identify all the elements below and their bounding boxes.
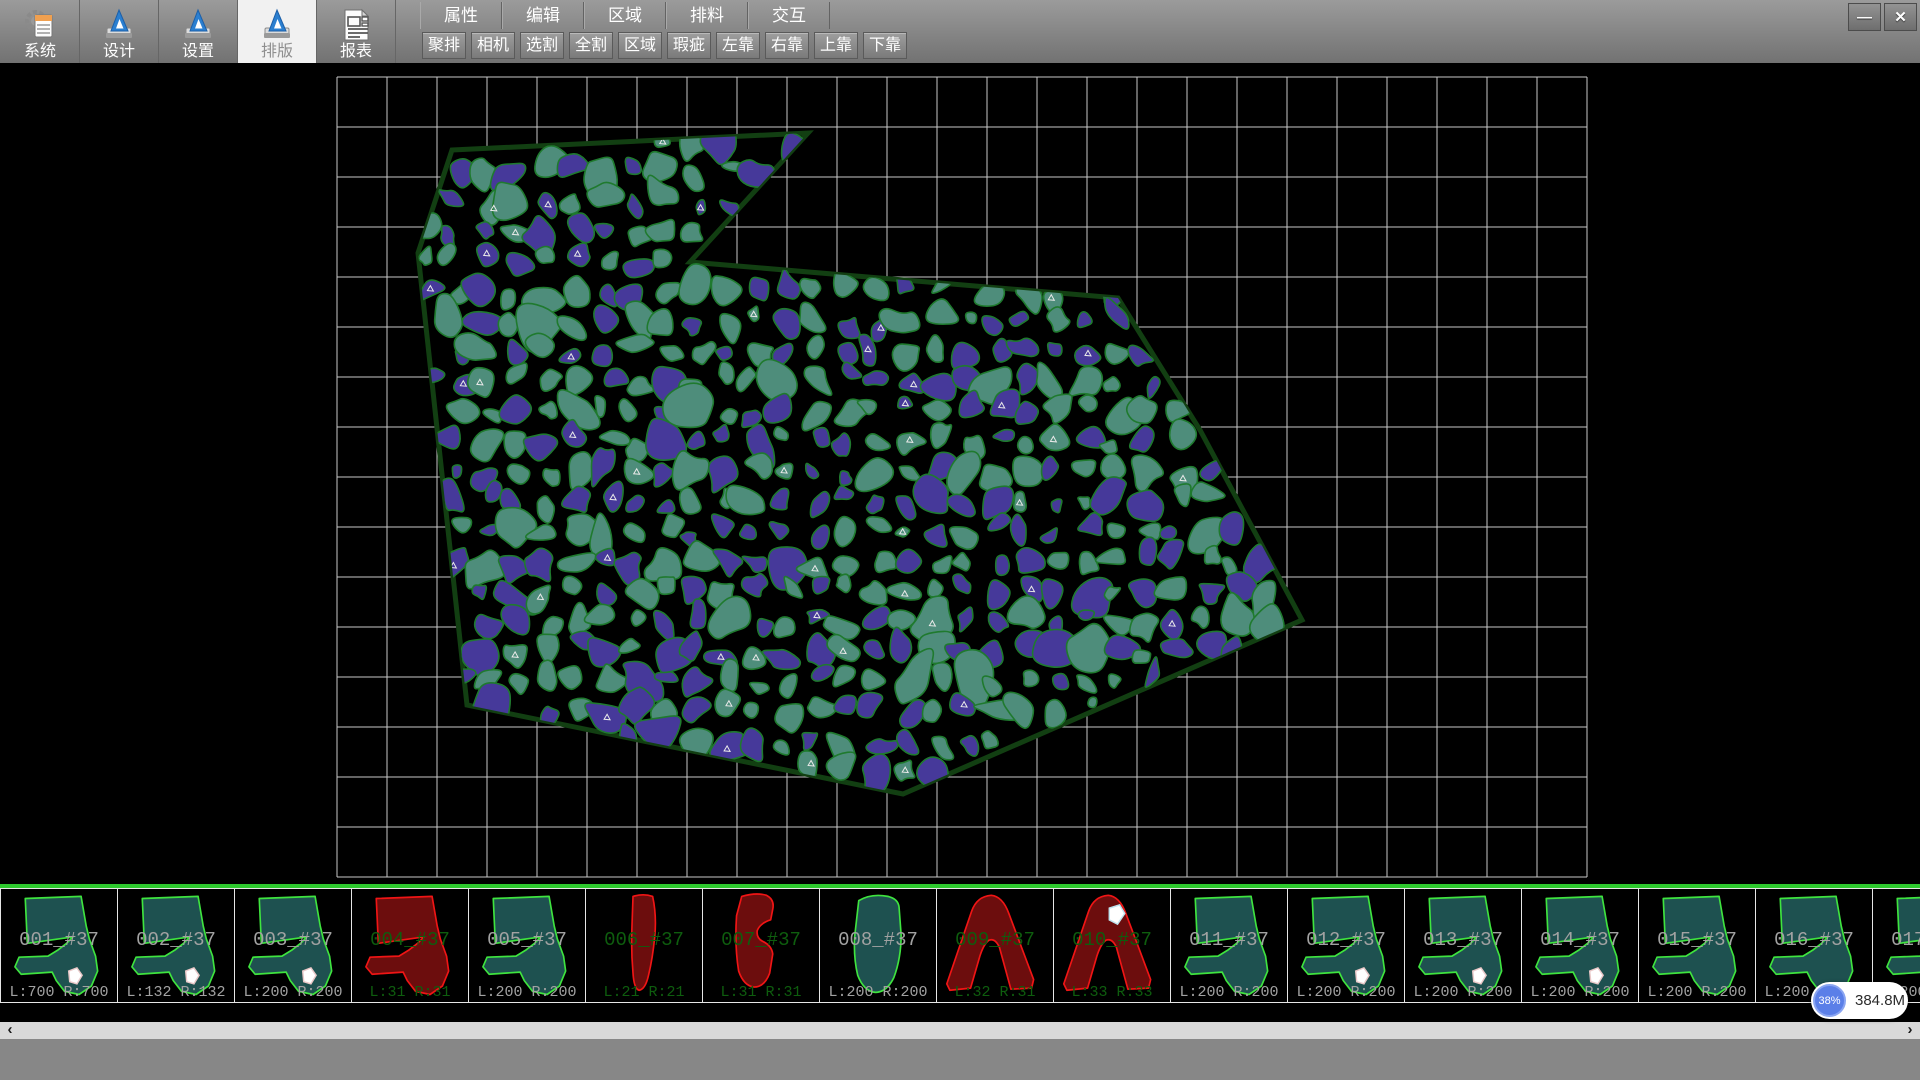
piece-thumbnail	[3, 890, 115, 1001]
status-bar	[0, 1039, 1920, 1080]
nesting-canvas[interactable]	[0, 63, 1920, 884]
thumbnail-002[interactable]: 002_#37L:132 R:132	[117, 888, 235, 1003]
set-square-icon	[102, 8, 136, 42]
menu-tab-properties[interactable]: 属性	[420, 2, 502, 29]
scroll-right-button[interactable]: ›	[1900, 1022, 1920, 1039]
tool-button-cut-all[interactable]: 全割	[569, 32, 613, 59]
toolbar-tile-label: 报表	[340, 43, 372, 61]
progress-size-label: 384.8M	[1855, 992, 1905, 1009]
progress-circle: 38%	[1813, 984, 1846, 1017]
gear-document-icon	[23, 8, 57, 42]
piece-thumbnail	[1173, 890, 1285, 1001]
piece-thumbnail	[120, 890, 232, 1001]
thumbnail-007[interactable]: 007_#37L:31 R:31	[702, 888, 820, 1003]
tool-button-region[interactable]: 区域	[618, 32, 662, 59]
scroll-left-button[interactable]: ‹	[0, 1022, 20, 1039]
menu-tab-nest[interactable]: 排料	[666, 2, 748, 29]
window-controls: — ✕	[1848, 3, 1917, 31]
thumbnail-strip: 001_#37L:700 R:700002_#37L:132 R:132003_…	[0, 884, 1920, 1022]
piece-thumbnail	[588, 890, 700, 1001]
toolbar-tile-design[interactable]: 设计	[80, 0, 159, 63]
set-square-icon	[181, 8, 215, 42]
toolbar-tile-label: 设计	[103, 43, 135, 61]
set-square-icon	[260, 8, 294, 42]
thumbnail-013[interactable]: 013_#37L:200 R:200	[1404, 888, 1522, 1003]
toolbar-tile-label: 系统	[24, 43, 56, 61]
tool-button-camera[interactable]: 相机	[471, 32, 515, 59]
tool-button-select-cut[interactable]: 选割	[520, 32, 564, 59]
title-bar: 系统设计设置排版报表 属性编辑区域排料交互 聚排相机选割全割区域瑕疵左靠右靠上靠…	[0, 0, 1920, 63]
tool-button-cluster-nest[interactable]: 聚排	[422, 32, 466, 59]
tool-button-align-right[interactable]: 右靠	[765, 32, 809, 59]
piece-thumbnail	[939, 890, 1051, 1001]
toolbar-tile-nesting[interactable]: 排版	[238, 0, 317, 63]
thumbnail-005[interactable]: 005_#37L:200 R:200	[468, 888, 586, 1003]
toolbar-tile-label: 排版	[261, 43, 293, 61]
thumbnail-row: 001_#37L:700 R:700002_#37L:132 R:132003_…	[1, 888, 1920, 1003]
thumbnail-012[interactable]: 012_#37L:200 R:200	[1287, 888, 1405, 1003]
piece-thumbnail	[471, 890, 583, 1001]
main-toolbar: 系统 设计 设置 排版 报表	[1, 0, 396, 63]
menu-tab-interact[interactable]: 交互	[748, 2, 830, 29]
thumbnail-015[interactable]: 015_#37L:200 R:200	[1638, 888, 1756, 1003]
thumbnail-008[interactable]: 008_#37L:200 R:200	[819, 888, 937, 1003]
application-window: 系统设计设置排版报表 属性编辑区域排料交互 聚排相机选割全割区域瑕疵左靠右靠上靠…	[0, 0, 1920, 1080]
menu-tab-region[interactable]: 区域	[584, 2, 666, 29]
thumbnail-003[interactable]: 003_#37L:200 R:200	[234, 888, 352, 1003]
piece-thumbnail	[1290, 890, 1402, 1001]
thumbnail-014[interactable]: 014_#37L:200 R:200	[1521, 888, 1639, 1003]
thumbnail-010[interactable]: 010_#37L:33 R:33	[1053, 888, 1171, 1003]
piece-thumbnail	[237, 890, 349, 1001]
tool-button-align-bottom[interactable]: 下靠	[863, 32, 907, 59]
toolbar-tile-label: 设置	[182, 43, 214, 61]
thumbnail-009[interactable]: 009_#37L:32 R:31	[936, 888, 1054, 1003]
menu-tab-bar: 属性编辑区域排料交互	[420, 2, 830, 29]
thumbnail-006[interactable]: 006_#37L:21 R:21	[585, 888, 703, 1003]
thumbnail-004[interactable]: 004_#37L:31 R:31	[351, 888, 469, 1003]
close-button[interactable]: ✕	[1884, 3, 1917, 31]
tool-button-defect[interactable]: 瑕疵	[667, 32, 711, 59]
tool-button-align-top[interactable]: 上靠	[814, 32, 858, 59]
menu-tab-edit[interactable]: 编辑	[502, 2, 584, 29]
piece-thumbnail	[1524, 890, 1636, 1001]
horizontal-scrollbar[interactable]: ‹ ›	[0, 1022, 1920, 1039]
download-progress-badge[interactable]: 38% 384.8M	[1811, 982, 1908, 1019]
thumbnail-011[interactable]: 011_#37L:200 R:200	[1170, 888, 1288, 1003]
thumbnail-001[interactable]: 001_#37L:700 R:700	[0, 888, 118, 1003]
piece-thumbnail	[1641, 890, 1753, 1001]
piece-thumbnail	[354, 890, 466, 1001]
piece-thumbnail	[1056, 890, 1168, 1001]
piece-thumbnail	[822, 890, 934, 1001]
piece-thumbnail	[1407, 890, 1519, 1001]
toolbar-tile-settings[interactable]: 设置	[159, 0, 238, 63]
toolbar-tile-system[interactable]: 系统	[1, 0, 80, 63]
tool-button-align-left[interactable]: 左靠	[716, 32, 760, 59]
piece-thumbnail	[705, 890, 817, 1001]
minimize-button[interactable]: —	[1848, 3, 1881, 31]
report-icon	[339, 8, 373, 42]
toolbar-tile-report[interactable]: 报表	[317, 0, 396, 63]
tool-button-row: 聚排相机选割全割区域瑕疵左靠右靠上靠下靠	[422, 32, 907, 59]
